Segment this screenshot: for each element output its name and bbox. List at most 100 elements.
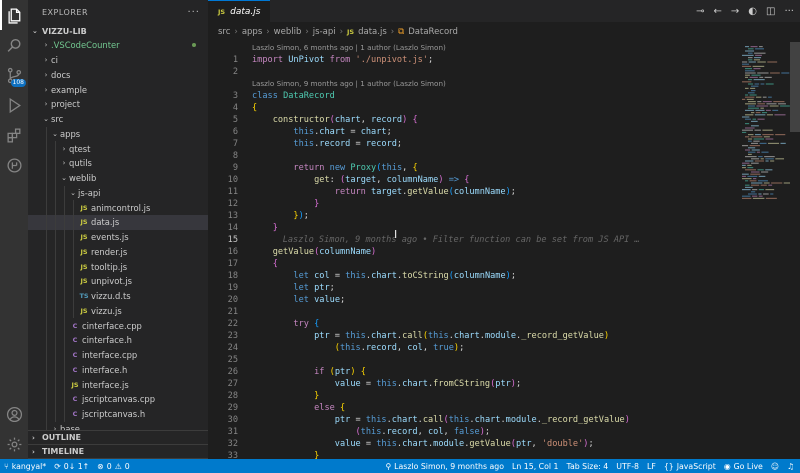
code-line[interactable]: 4{ — [208, 102, 738, 114]
code-line[interactable]: 22 try { — [208, 318, 738, 330]
code-line[interactable]: 33 } — [208, 450, 738, 459]
tab-data-js[interactable]: JS data.js — [208, 0, 271, 22]
breadcrumb-item[interactable]: DataRecord — [408, 27, 458, 37]
tree-folder[interactable]: › qutils — [28, 156, 208, 171]
source-control-icon[interactable]: 108 — [0, 60, 28, 90]
breadcrumb-item[interactable]: src — [218, 27, 230, 37]
vertical-scrollbar[interactable] — [790, 42, 800, 459]
feedback-icon[interactable]: ☺ — [771, 462, 779, 471]
git-commit-icon[interactable]: ⊸ — [696, 6, 704, 17]
tree-folder[interactable]: ⌄ js-api — [28, 185, 208, 201]
code-line[interactable]: 24 (this.record, col, true); — [208, 342, 738, 354]
problems-item[interactable]: ⊗ 0 ⚠ 0 — [97, 462, 129, 471]
code-line[interactable]: 25 — [208, 354, 738, 366]
code-line[interactable]: 14 } — [208, 222, 738, 234]
code-line[interactable]: 8 — [208, 150, 738, 162]
go-live-button[interactable]: ◉ Go Live — [724, 462, 763, 471]
tree-file[interactable]: JS data.js — [28, 215, 208, 230]
tree-file[interactable]: Cinterface.cpp — [28, 347, 208, 363]
code-line[interactable]: 31 (this.record, col, false); — [208, 426, 738, 438]
code-line[interactable]: 13 }); — [208, 210, 738, 222]
tab-size[interactable]: Tab Size: 4 — [566, 462, 608, 471]
project-section-header[interactable]: ⌄ VIZZU-LIB — [28, 24, 208, 38]
tree-file[interactable]: JS unpivot.js — [28, 274, 208, 289]
tree-file[interactable]: JS render.js — [28, 244, 208, 260]
scrollbar-thumb[interactable] — [790, 42, 800, 132]
more-actions-icon[interactable]: ··· — [784, 6, 794, 17]
account-icon[interactable] — [0, 399, 28, 429]
tree-file[interactable]: JS animcontrol.js — [28, 200, 208, 215]
tree-file[interactable]: JS events.js — [28, 229, 208, 245]
tree-file[interactable]: Ccinterface.h — [28, 333, 208, 348]
minimap[interactable] — [738, 42, 790, 459]
code-line[interactable]: 27 value = this.chart.fromCString(ptr); — [208, 378, 738, 390]
tree-folder[interactable]: › example — [28, 82, 208, 97]
outline-section-header[interactable]: › OUTLINE — [28, 431, 208, 445]
tree-file[interactable]: Cjscriptcanvas.cpp — [28, 392, 208, 407]
tree-file[interactable]: TS vizzu.d.ts — [28, 288, 208, 304]
tree-folder[interactable]: ⌄ weblib — [28, 170, 208, 186]
go-back-icon[interactable]: ← — [713, 6, 721, 17]
code-line[interactable]: 28 } — [208, 390, 738, 402]
tree-file[interactable]: Cjscriptcanvas.h — [28, 406, 208, 422]
code-line[interactable]: 2 — [208, 66, 738, 78]
code-line[interactable]: 20 let value; — [208, 294, 738, 306]
code-line[interactable]: 12 } — [208, 198, 738, 210]
code-line[interactable]: 9 return new Proxy(this, { — [208, 162, 738, 174]
code-line[interactable]: 5 constructor(chart, record) { — [208, 114, 738, 126]
tree-folder[interactable]: › project — [28, 97, 208, 112]
settings-gear-icon[interactable] — [0, 429, 28, 459]
tree-folder[interactable]: › qtest — [28, 141, 208, 156]
code-line[interactable]: 30 ptr = this.chart.call(this.chart.modu… — [208, 414, 738, 426]
git-graph-icon[interactable] — [0, 150, 28, 180]
tree-file[interactable]: JS vizzu.js — [28, 303, 208, 319]
tree-folder[interactable]: ⌄ src — [28, 112, 208, 127]
more-actions-icon[interactable]: ··· — [187, 7, 200, 18]
code-line[interactable]: 7 this.record = record; — [208, 138, 738, 150]
breadcrumb-item[interactable]: js-api — [313, 27, 336, 37]
timeline-section-header[interactable]: › TIMELINE — [28, 445, 208, 459]
breadcrumb-item[interactable]: data.js — [358, 27, 387, 37]
language-mode[interactable]: {} JavaScript — [664, 462, 716, 471]
code-line[interactable]: 21 — [208, 306, 738, 318]
sync-item[interactable]: ⟳ 0↓ 1↑ — [54, 462, 89, 471]
blame-item[interactable]: ⚲ Laszlo Simon, 9 months ago — [385, 462, 504, 471]
codelens-blame[interactable]: Laszlo Simon, 6 months ago | 1 author (L… — [208, 42, 738, 54]
tree-folder[interactable]: ⌄ apps — [28, 126, 208, 142]
cursor-position[interactable]: Ln 15, Col 1 — [512, 462, 558, 471]
code-line[interactable]: 6 this.chart = chart; — [208, 126, 738, 138]
code-line[interactable]: 11 return target.getValue(columnName); — [208, 186, 738, 198]
code-line[interactable]: 18 let col = this.chart.toCString(column… — [208, 270, 738, 282]
code-line[interactable]: 15 Laszlo Simon, 9 months ago • Filter f… — [208, 234, 738, 246]
codelens-blame[interactable]: Laszlo Simon, 9 months ago | 1 author (L… — [208, 78, 738, 90]
tree-folder[interactable]: › base — [28, 421, 208, 430]
breadcrumb-item[interactable]: apps — [242, 27, 262, 37]
code-line[interactable]: 16 getValue(columnName) — [208, 246, 738, 258]
explorer-icon[interactable] — [0, 0, 28, 30]
extensions-icon[interactable] — [0, 120, 28, 150]
code-line[interactable]: 29 else { — [208, 402, 738, 414]
tree-file[interactable]: Ccinterface.cpp — [28, 318, 208, 333]
tree-file[interactable]: JS tooltip.js — [28, 259, 208, 274]
notifications-bell-icon[interactable]: ♫ — [787, 462, 794, 471]
code-line[interactable]: 32 value = this.chart.module.getValue(pt… — [208, 438, 738, 450]
eol[interactable]: LF — [647, 462, 656, 471]
code-line[interactable]: 19 let ptr; — [208, 282, 738, 294]
code-view[interactable]: Laszlo Simon, 6 months ago | 1 author (L… — [208, 42, 738, 459]
search-icon[interactable] — [0, 30, 28, 60]
tree-folder[interactable]: › docs — [28, 68, 208, 83]
tree-folder[interactable]: › .VSCodeCounter — [28, 38, 208, 53]
code-line[interactable]: 1 import UnPivot from './unpivot.js'; — [208, 54, 738, 66]
tree-file[interactable]: JS interface.js — [28, 377, 208, 392]
encoding[interactable]: UTF-8 — [616, 462, 639, 471]
branch-item[interactable]: ⑂ kangyal* — [4, 462, 46, 471]
code-line[interactable]: 3 class DataRecord — [208, 90, 738, 102]
code-line[interactable]: 23 ptr = this.chart.call(this.chart.modu… — [208, 330, 738, 342]
go-forward-icon[interactable]: → — [731, 6, 739, 17]
run-debug-icon[interactable] — [0, 90, 28, 120]
tree-folder[interactable]: › ci — [28, 53, 208, 68]
open-changes-icon[interactable]: ◐ — [748, 6, 757, 17]
code-line[interactable]: 10 get: (target, columnName) => { — [208, 174, 738, 186]
tree-file[interactable]: Cinterface.h — [28, 362, 208, 378]
code-line[interactable]: 17 { — [208, 258, 738, 270]
